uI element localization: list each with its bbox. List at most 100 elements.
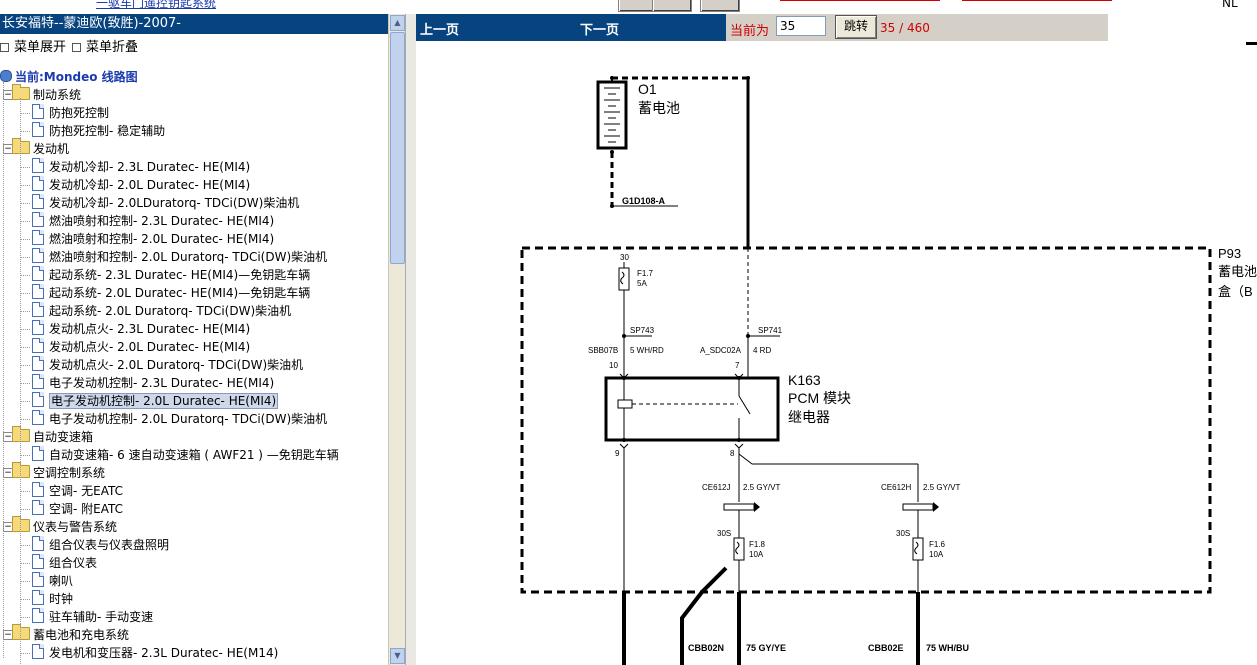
tree-folder[interactable]: − 蓄电池和充电系统 bbox=[3, 624, 129, 644]
wire-gyvt-2-label: 2.5 GY/VT bbox=[923, 483, 960, 492]
tree-connector bbox=[20, 401, 30, 402]
ce612j-label: CE612J bbox=[702, 483, 730, 492]
fuse-f18-amp: 10A bbox=[749, 550, 764, 559]
tree-item[interactable]: 燃油喷射和控制- 2.3L Duratec- HE(MI4) bbox=[20, 212, 274, 230]
tree-connector bbox=[20, 167, 30, 168]
red-link-2[interactable] bbox=[962, 0, 1112, 1]
tree-item[interactable]: 空调- 无EATC bbox=[20, 482, 123, 500]
tree-item[interactable]: 发动机点火- 2.0L Duratec- HE(MI4) bbox=[20, 338, 251, 356]
ce612h-label: CE612H bbox=[881, 483, 911, 492]
top-strip: 一驱车门遥控钥匙系统 NL bbox=[0, 0, 1257, 14]
pin-10-label: 10 bbox=[609, 361, 618, 370]
tree-label: 时钟 bbox=[49, 592, 74, 606]
tree-label: 电子发动机控制- 2.0L Duratorq- TDCi(DW)柴油机 bbox=[49, 412, 328, 426]
pin-30s-1-label: 30S bbox=[717, 529, 731, 538]
tree-item[interactable]: 起动系统- 2.3L Duratec- HE(MI4)—免钥匙车辆 bbox=[20, 266, 310, 284]
tree-item[interactable]: 发动机冷却- 2.3L Duratec- HE(MI4) bbox=[20, 158, 250, 176]
top-link[interactable]: 一驱车门遥控钥匙系统 bbox=[96, 0, 216, 11]
tree-item[interactable]: 发动机点火- 2.0L Duratorq- TDCi(DW)柴油机 bbox=[20, 356, 303, 374]
p93-name-1: 蓄电池 bbox=[1218, 264, 1257, 279]
tree-item[interactable]: 燃油喷射和控制- 2.0L Duratorq- TDCi(DW)柴油机 bbox=[20, 248, 328, 266]
tree-item[interactable]: 电子发动机控制- 2.0L Duratec- HE(MI4) bbox=[20, 392, 279, 410]
tree-label: 自动变速箱- 6 速自动变速箱 ( AWF21 ) —免钥匙车辆 bbox=[49, 448, 339, 462]
red-link-1[interactable] bbox=[780, 0, 940, 1]
tree-label: 喇叭 bbox=[49, 574, 74, 588]
tree-connector bbox=[20, 383, 30, 384]
tree-item[interactable]: 组合仪表与仪表盘照明 bbox=[20, 536, 169, 554]
tree-item[interactable]: 发电机和变压器- 2.3L Duratec- HE(M14) bbox=[20, 644, 279, 662]
tree-label: 发动机点火- 2.0L Duratec- HE(MI4) bbox=[49, 340, 251, 354]
document-icon bbox=[32, 194, 44, 209]
scroll-down-icon[interactable]: ▼ bbox=[390, 648, 405, 664]
tree-item[interactable]: 时钟 bbox=[20, 590, 74, 608]
fuse-f16-label: F1.6 bbox=[929, 540, 946, 549]
document-icon bbox=[32, 104, 44, 119]
pin-30s-2-label: 30S bbox=[896, 529, 910, 538]
tree-label: 防抱死控制 bbox=[49, 106, 110, 120]
tree-item[interactable]: 燃油喷射和控制- 2.0L Duratec- HE(MI4) bbox=[20, 230, 275, 248]
tree-connector bbox=[20, 599, 30, 600]
document-icon bbox=[32, 590, 44, 605]
wire-5whrd-label: 5 WH/RD bbox=[630, 346, 664, 355]
tree-item[interactable]: 喇叭 bbox=[20, 572, 74, 590]
tree-folder[interactable]: − 制动系统 bbox=[3, 84, 81, 104]
computer-icon bbox=[0, 70, 12, 82]
tree-connector bbox=[20, 419, 30, 420]
tree-item[interactable]: 防抱死控制 bbox=[20, 104, 110, 122]
tree-connector bbox=[20, 563, 30, 564]
tree-item[interactable]: 起动系统- 2.0L Duratec- HE(MI4)—免钥匙车辆 bbox=[20, 284, 310, 302]
tree-folder[interactable]: − 自动变速箱 bbox=[3, 426, 94, 446]
document-icon bbox=[32, 410, 44, 425]
tree-item[interactable]: 发动机冷却- 2.0LDuratorq- TDCi(DW)柴油机 bbox=[20, 194, 299, 212]
fuse-f16-amp: 10A bbox=[929, 550, 944, 559]
tree-label: 发动机点火- 2.3L Duratec- HE(MI4) bbox=[49, 322, 251, 336]
document-icon bbox=[32, 644, 44, 659]
menu-expand-button[interactable]: 菜单展开 bbox=[0, 36, 66, 55]
toolbar-button-3[interactable] bbox=[700, 0, 740, 12]
sidebar-scrollbar[interactable]: ▲ ▼ bbox=[388, 14, 405, 665]
wire-gyvt-1-label: 2.5 GY/VT bbox=[743, 483, 780, 492]
folder-icon bbox=[12, 426, 30, 442]
ground-code: G1D108-A bbox=[622, 196, 666, 206]
tree-item[interactable]: 电子发动机控制- 2.3L Duratec- HE(MI4) bbox=[20, 374, 274, 392]
scroll-up-icon[interactable]: ▲ bbox=[390, 15, 405, 31]
p93-code: P93 bbox=[1218, 246, 1241, 261]
tree-folder[interactable]: − 仪表与警告系统 bbox=[3, 516, 117, 536]
document-icon bbox=[32, 482, 44, 497]
menu-collapse-button[interactable]: 菜单折叠 bbox=[72, 36, 138, 55]
tree-item[interactable]: 组合仪表 bbox=[20, 554, 97, 572]
tree-label: 发电机和变压器- 2.3L Duratec- HE(M14) bbox=[49, 646, 279, 660]
tree-folder[interactable]: − 空调控制系统 bbox=[3, 462, 105, 482]
tree-item[interactable]: 空调- 附EATC bbox=[20, 500, 123, 518]
document-icon bbox=[32, 320, 44, 335]
pin-8-label: 8 bbox=[730, 449, 735, 458]
tree-item[interactable]: 防抱死控制- 稳定辅助 bbox=[20, 122, 165, 140]
tree-guide-line bbox=[3, 82, 4, 658]
tree-item[interactable]: 自动变速箱- 6 速自动变速箱 ( AWF21 ) —免钥匙车辆 bbox=[20, 446, 339, 464]
document-icon bbox=[32, 536, 44, 551]
k163-box bbox=[604, 376, 780, 442]
tree-item[interactable]: 发动机点火- 2.3L Duratec- HE(MI4) bbox=[20, 320, 251, 338]
folder-icon bbox=[12, 462, 30, 478]
document-icon bbox=[32, 554, 44, 569]
connector-ce612h bbox=[902, 503, 934, 511]
tree-item[interactable]: 起动系统- 2.0L Duratorq- TDCi(DW)柴油机 bbox=[20, 302, 291, 320]
document-icon bbox=[32, 284, 44, 299]
tree-label: 燃油喷射和控制- 2.0L Duratec- HE(MI4) bbox=[49, 232, 275, 246]
toolbar-button-2[interactable] bbox=[652, 0, 692, 12]
tree-item[interactable]: 发动机冷却- 2.0L Duratec- HE(MI4) bbox=[20, 176, 250, 194]
document-icon bbox=[32, 392, 44, 407]
document-icon bbox=[32, 374, 44, 389]
a-sdc02a-label: A_SDC02A bbox=[700, 346, 742, 355]
tree-connector bbox=[20, 329, 30, 330]
tree-label: 自动变速箱 bbox=[33, 430, 94, 444]
k163-code: K163 bbox=[788, 372, 821, 388]
tree-item[interactable]: 电子发动机控制- 2.0L Duratorq- TDCi(DW)柴油机 bbox=[20, 410, 328, 428]
tree-item[interactable]: 驻车辅助- 手动变速 bbox=[20, 608, 153, 626]
bottom-label-1: CBB02N bbox=[688, 643, 724, 653]
sp741-label: SP741 bbox=[758, 326, 783, 335]
tree-label: 燃油喷射和控制- 2.0L Duratorq- TDCi(DW)柴油机 bbox=[49, 250, 328, 264]
scroll-thumb[interactable] bbox=[390, 32, 405, 264]
bottom-label-3: CBB02E bbox=[868, 643, 904, 653]
bottom-label-4: 75 WH/BU bbox=[926, 643, 969, 653]
